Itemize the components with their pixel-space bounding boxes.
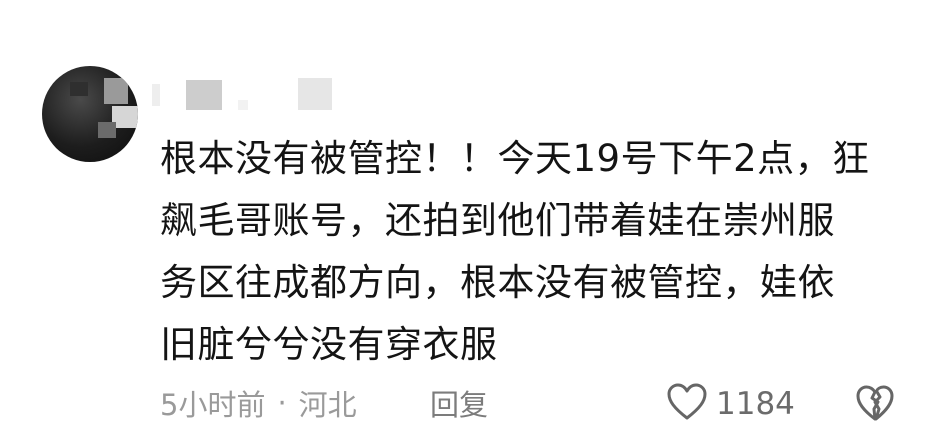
comment-meta: 5小时前 · 河北 xyxy=(160,382,357,424)
avatar[interactable] xyxy=(42,66,138,162)
comment-text[interactable]: 根本没有被管控！！今天19号下午2点，狂 飙毛哥账号，还拍到他们带着娃在崇州服 … xyxy=(160,128,910,376)
dislike-button[interactable] xyxy=(855,383,895,427)
broken-heart-icon xyxy=(855,385,895,427)
avatar-mosaic xyxy=(70,82,88,96)
avatar-mosaic xyxy=(98,122,116,138)
heart-outline-icon xyxy=(666,382,708,426)
reply-button[interactable]: 回复 xyxy=(430,382,488,424)
comment-line: 务区往成都方向，根本没有被管控，娃依 xyxy=(160,261,835,304)
like-count: 1184 xyxy=(716,386,795,422)
like-button[interactable]: 1184 xyxy=(666,382,795,426)
meta-separator: · xyxy=(277,386,287,420)
redaction-block xyxy=(186,80,222,110)
comment-line: 飙毛哥账号，还拍到他们带着娃在崇州服 xyxy=(160,199,835,242)
redaction-block xyxy=(298,78,332,110)
redaction-block xyxy=(152,84,160,106)
comment-line: 根本没有被管控！！今天19号下午2点，狂 xyxy=(160,137,870,180)
avatar-mosaic xyxy=(104,78,128,104)
username-redacted[interactable] xyxy=(152,72,342,110)
location: 河北 xyxy=(298,388,357,422)
timestamp: 5小时前 xyxy=(160,388,266,422)
comment-line: 旧脏兮兮没有穿衣服 xyxy=(160,323,498,366)
redaction-block xyxy=(238,100,248,110)
